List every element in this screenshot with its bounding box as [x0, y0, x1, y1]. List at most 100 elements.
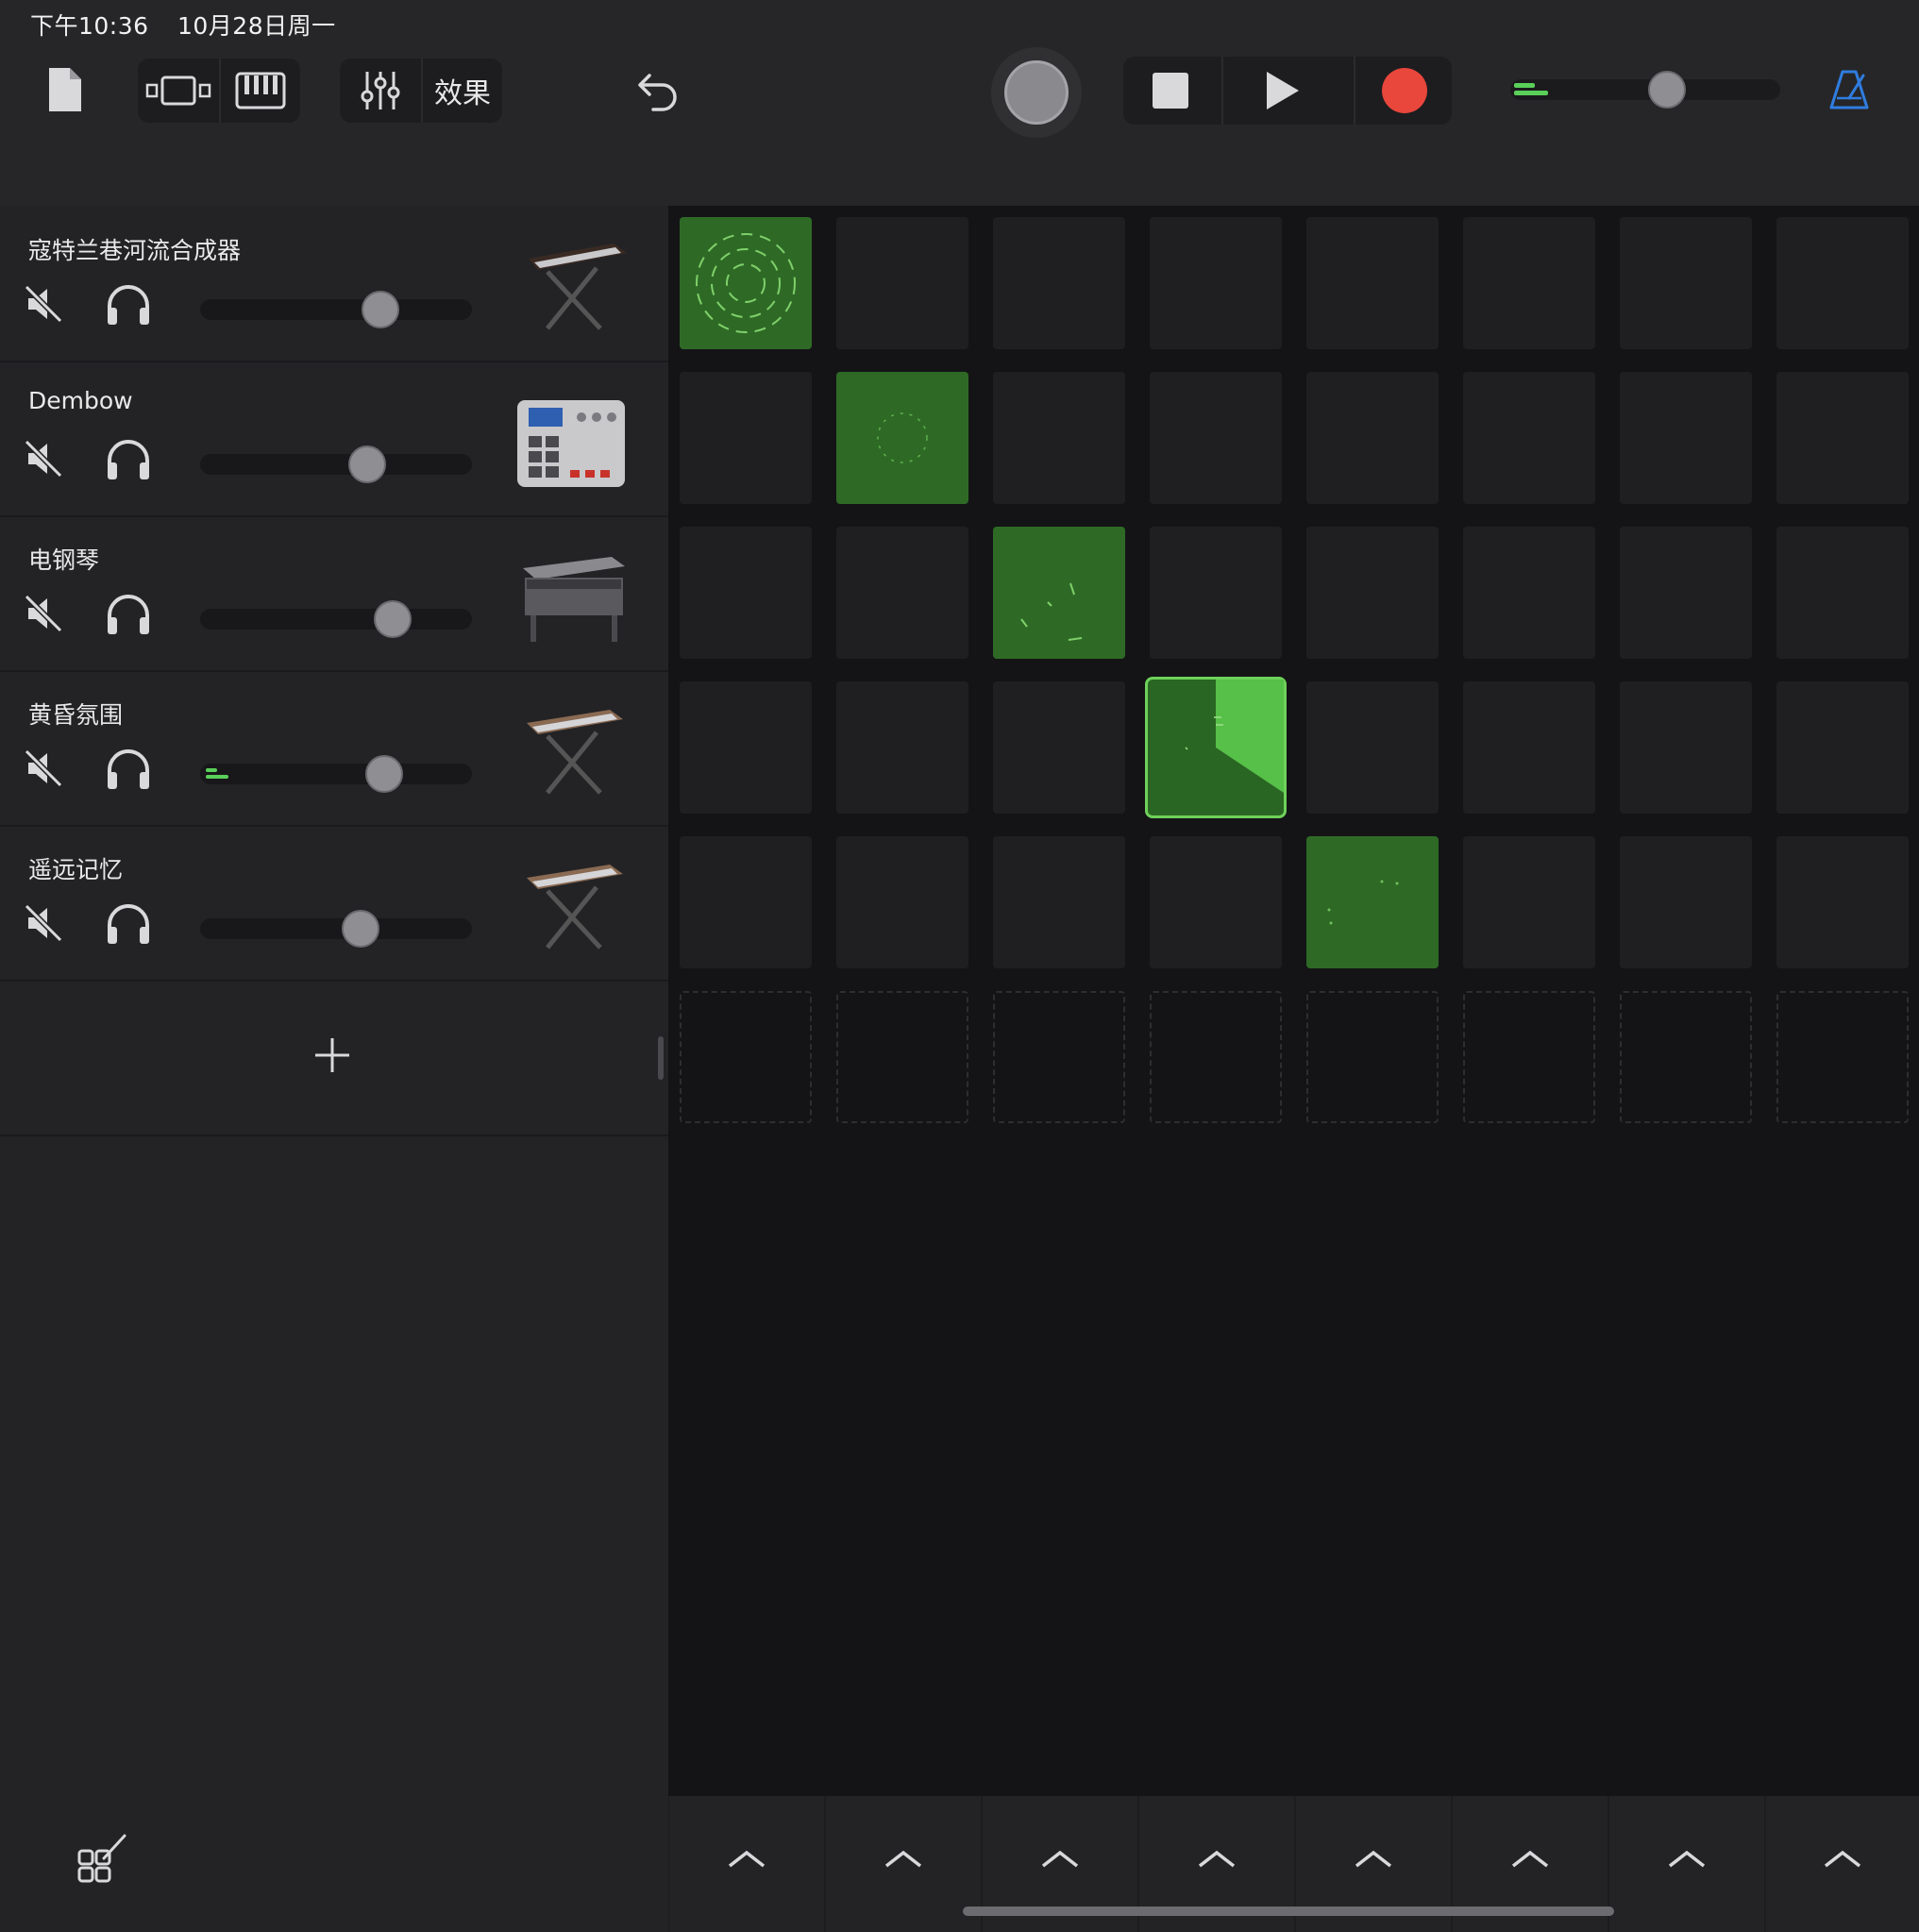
empty-cell[interactable] [680, 991, 812, 1123]
volume-knob[interactable] [348, 445, 386, 483]
loop-cell[interactable] [1463, 372, 1595, 504]
empty-cell[interactable] [1306, 991, 1439, 1123]
view-toggle-button[interactable] [138, 59, 219, 123]
mute-button[interactable] [21, 436, 66, 485]
loop-cell[interactable] [1150, 836, 1282, 968]
chevron-up-icon [728, 1850, 766, 1868]
column-trigger[interactable] [1766, 1796, 1919, 1932]
solo-button[interactable] [104, 283, 153, 330]
volume-knob[interactable] [365, 755, 403, 793]
volume-knob[interactable] [362, 291, 399, 328]
stop-button[interactable] [1123, 57, 1218, 125]
add-track-button[interactable] [313, 1036, 351, 1078]
loop-cell[interactable] [993, 836, 1125, 968]
volume-slider[interactable] [200, 291, 472, 328]
volume-slider[interactable] [200, 600, 472, 638]
loop-cell[interactable] [680, 836, 812, 968]
solo-button[interactable] [104, 902, 153, 949]
loop-cell[interactable] [1463, 836, 1595, 968]
loop-cell[interactable] [836, 681, 968, 814]
mute-button[interactable] [21, 591, 66, 640]
solo-button[interactable] [104, 593, 153, 640]
master-knob-icon [1004, 60, 1069, 125]
track-header[interactable]: Dembow [0, 362, 668, 517]
loop-cell[interactable] [1463, 527, 1595, 659]
empty-cell[interactable] [836, 991, 968, 1123]
loop-cell[interactable] [1150, 217, 1282, 349]
track-header[interactable]: 寇特兰巷河流合成器 [0, 208, 668, 362]
loop-cell[interactable] [1306, 681, 1439, 814]
play-button[interactable] [1225, 57, 1338, 125]
master-knob[interactable] [991, 47, 1082, 138]
volume-knob[interactable] [342, 910, 379, 948]
speaker-muted-icon [24, 594, 63, 633]
keyboard-button[interactable] [221, 59, 300, 123]
track-header[interactable]: 黄昏氛围 [0, 672, 668, 827]
loop-cell[interactable] [1620, 217, 1752, 349]
loop-cell[interactable] [1463, 681, 1595, 814]
loop-cell[interactable] [1620, 372, 1752, 504]
record-button[interactable] [1357, 57, 1452, 125]
loop-cell[interactable] [680, 527, 812, 659]
document-button[interactable] [45, 66, 83, 117]
fx-button[interactable]: 效果 [423, 59, 502, 123]
loop-cell[interactable] [680, 372, 812, 504]
home-indicator[interactable] [963, 1907, 1614, 1916]
loop-cell[interactable] [1620, 836, 1752, 968]
column-trigger[interactable] [826, 1796, 981, 1932]
loop-cell[interactable] [993, 527, 1125, 659]
headphones-icon [108, 749, 149, 789]
loop-cell[interactable] [1620, 527, 1752, 659]
loop-cell[interactable] [1306, 527, 1439, 659]
track-header[interactable]: 电钢琴 [0, 517, 668, 672]
volume-knob[interactable] [374, 600, 412, 638]
loop-cell[interactable] [1150, 527, 1282, 659]
loop-cell[interactable] [1306, 836, 1439, 968]
loop-cell[interactable] [836, 527, 968, 659]
track-header[interactable]: 遥远记忆 [0, 827, 668, 982]
loop-cell[interactable] [1150, 372, 1282, 504]
loop-cell[interactable] [1306, 217, 1439, 349]
empty-cell[interactable] [1776, 991, 1909, 1123]
loop-cell[interactable] [993, 217, 1125, 349]
column-trigger[interactable] [1609, 1796, 1764, 1932]
mixer-icon [361, 72, 400, 109]
panel-resize-handle[interactable] [658, 1036, 664, 1080]
column-trigger[interactable] [669, 1796, 824, 1932]
empty-cell[interactable] [993, 991, 1125, 1123]
mute-button[interactable] [21, 746, 66, 795]
loop-cell[interactable] [1776, 836, 1909, 968]
master-volume-knob[interactable] [1648, 71, 1686, 109]
loop-cell-playing[interactable] [1145, 677, 1287, 818]
edit-grid-button[interactable] [76, 1832, 128, 1889]
loop-cell[interactable] [1776, 681, 1909, 814]
loop-cell[interactable] [680, 681, 812, 814]
loop-cell[interactable] [1306, 372, 1439, 504]
volume-slider[interactable] [200, 910, 472, 948]
empty-cell[interactable] [1150, 991, 1282, 1123]
empty-cell[interactable] [1620, 991, 1752, 1123]
loop-cell[interactable] [1776, 372, 1909, 504]
volume-slider[interactable] [200, 445, 472, 483]
loop-cell[interactable] [836, 836, 968, 968]
loop-cell[interactable] [836, 217, 968, 349]
solo-button[interactable] [104, 438, 153, 485]
solo-button[interactable] [104, 748, 153, 795]
loop-cell[interactable] [1620, 681, 1752, 814]
loop-cell[interactable] [836, 372, 968, 504]
loop-cell[interactable] [1776, 217, 1909, 349]
mute-button[interactable] [21, 281, 66, 330]
master-volume-slider[interactable] [1510, 71, 1780, 109]
loop-cell[interactable] [680, 217, 812, 349]
loop-cell[interactable] [1463, 217, 1595, 349]
empty-cell[interactable] [1463, 991, 1595, 1123]
volume-slider[interactable] [200, 755, 472, 793]
view-group [138, 59, 300, 123]
mixer-button[interactable] [340, 59, 421, 123]
undo-button[interactable] [636, 70, 680, 115]
loop-cell[interactable] [993, 372, 1125, 504]
loop-cell[interactable] [1776, 527, 1909, 659]
loop-cell[interactable] [993, 681, 1125, 814]
metronome-button[interactable] [1827, 68, 1871, 115]
mute-button[interactable] [21, 900, 66, 949]
